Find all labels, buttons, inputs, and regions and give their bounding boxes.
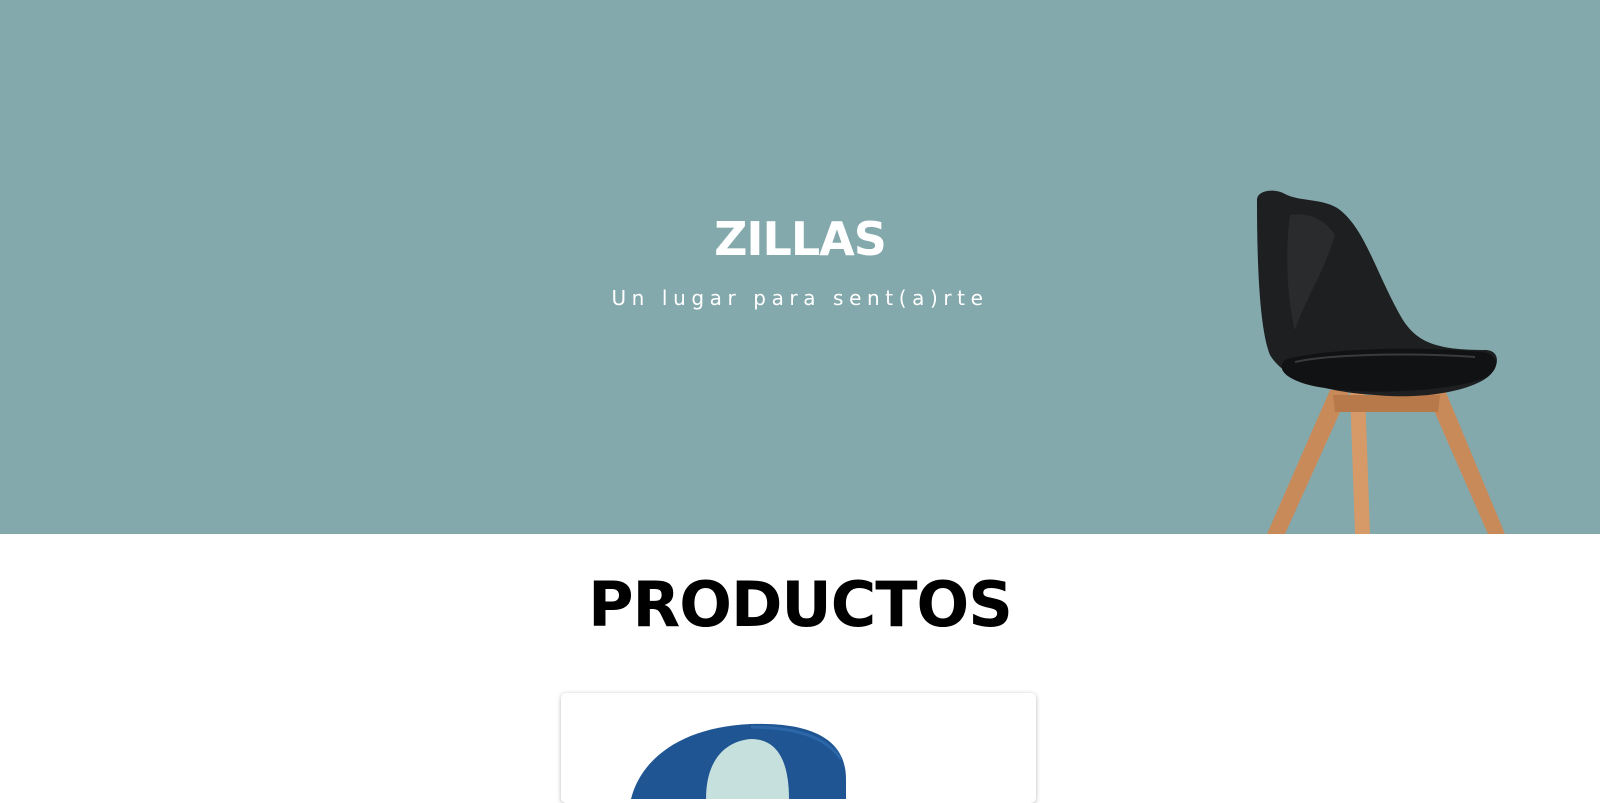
chair-icon	[1257, 190, 1505, 534]
product-card[interactable]	[561, 693, 1036, 803]
products-heading: PRODUCTOS	[588, 568, 1013, 641]
hero-banner: ZILLAS Un lugar para sent(a)rte	[0, 0, 1600, 534]
armchair-icon	[631, 723, 846, 799]
